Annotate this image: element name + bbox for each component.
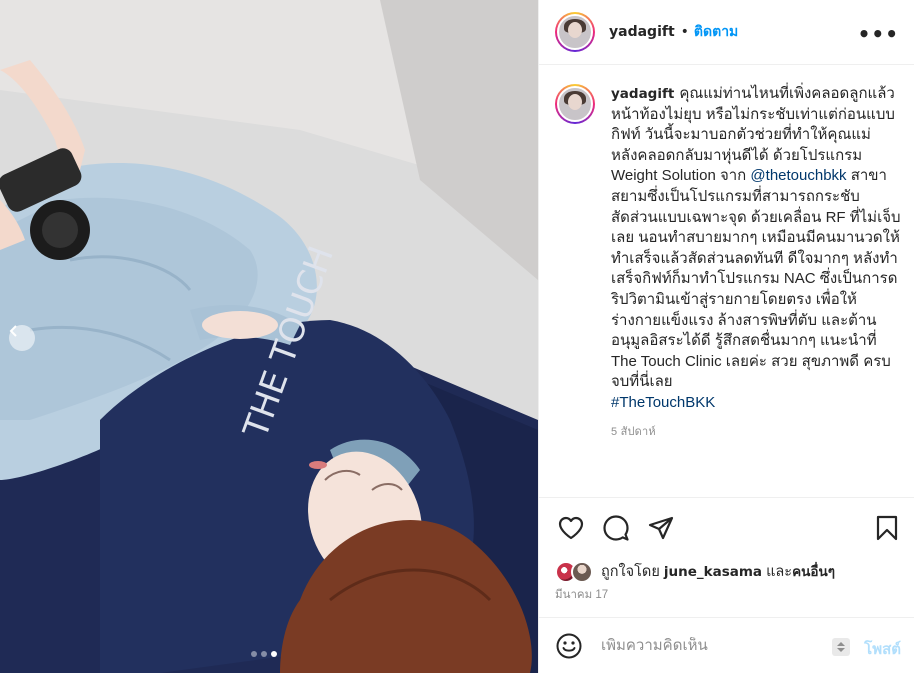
- carousel-dot: [261, 651, 267, 657]
- add-comment-bar: โพสต์: [539, 617, 914, 673]
- caption: yadagift คุณแม่ท่านไหนที่เพิ่งคลอดลูกแล้ว…: [611, 84, 903, 496]
- share-icon[interactable]: [647, 514, 675, 542]
- liker-avatar[interactable]: [571, 560, 593, 583]
- liked-by-user[interactable]: june_kasama: [664, 564, 762, 580]
- liked-by-others[interactable]: คนอื่นๆ: [792, 564, 835, 580]
- liked-by-text: ถูกใจโดย june_kasama และคนอื่นๆ: [601, 560, 835, 583]
- heart-icon[interactable]: [557, 514, 585, 542]
- post-date[interactable]: มีนาคม 17: [555, 586, 608, 604]
- header-username[interactable]: yadagift: [609, 24, 675, 40]
- photo-illustration: THE TOUCH: [0, 0, 538, 673]
- carousel-dot-active: [271, 651, 277, 657]
- caption-avatar[interactable]: [555, 84, 595, 124]
- more-options-icon[interactable]: •••: [858, 22, 899, 46]
- caption-username[interactable]: yadagift: [611, 86, 674, 102]
- carousel-indicator: [251, 651, 277, 657]
- carousel-dot: [251, 651, 257, 657]
- post-header: yadagift • ติดตาม •••: [539, 0, 914, 65]
- caption-mention-link[interactable]: @thetouchbkk: [750, 167, 846, 184]
- header-separator: •: [680, 24, 689, 40]
- caption-text-2: สาขาสยามซึ่งเป็นโปรแกรมที่สามารถกระชับสั…: [611, 167, 901, 391]
- carousel-prev-button[interactable]: [9, 325, 35, 351]
- liked-by-conj: และ: [766, 564, 793, 580]
- action-bar: [539, 497, 914, 553]
- liked-by-prefix: ถูกใจโดย: [601, 564, 660, 580]
- grammarly-icon[interactable]: [832, 638, 850, 656]
- chevron-left-icon: [9, 325, 17, 337]
- caption-area: yadagift คุณแม่ท่านไหนที่เพิ่งคลอดลูกแล้ว…: [539, 66, 914, 496]
- post-comment-button[interactable]: โพสต์: [864, 637, 901, 661]
- post-photo[interactable]: THE TOUCH: [0, 0, 538, 673]
- liked-by: ถูกใจโดย june_kasama และคนอื่นๆ: [555, 560, 835, 583]
- caption-hashtag-link[interactable]: #TheTouchBKK: [611, 394, 715, 411]
- avatar[interactable]: [555, 12, 595, 52]
- comment-icon[interactable]: [602, 514, 630, 542]
- smiley-icon[interactable]: [555, 632, 583, 660]
- bookmark-icon[interactable]: [873, 514, 901, 542]
- post-side-panel: yadagift • ติดตาม ••• yadagift คุณแม่ท่าน…: [538, 0, 914, 673]
- follow-button[interactable]: ติดตาม: [694, 21, 738, 43]
- caption-timestamp: 5 สัปดาห์: [611, 425, 656, 438]
- comment-input[interactable]: [601, 637, 831, 654]
